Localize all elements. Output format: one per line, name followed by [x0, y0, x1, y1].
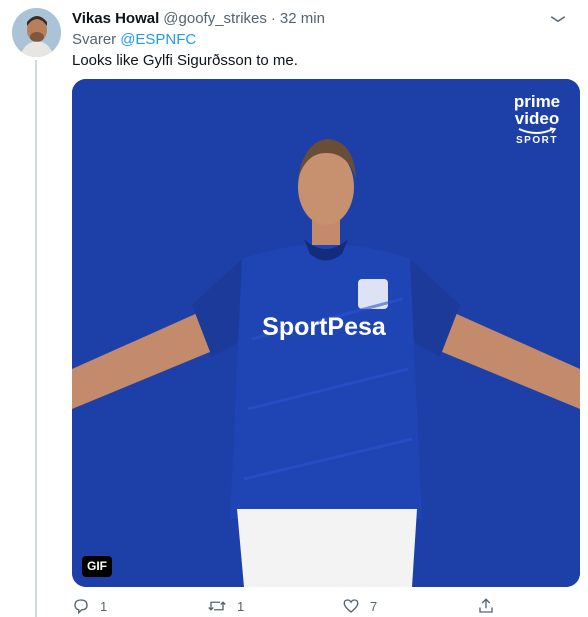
more-options-icon[interactable] [545, 6, 571, 32]
author-handle[interactable]: @goofy_strikes [163, 9, 267, 29]
timestamp[interactable]: 32 min [280, 9, 325, 29]
brand-line3: SPORT [516, 135, 558, 146]
gif-badge: GIF [82, 556, 112, 577]
reply-count: 1 [100, 598, 108, 614]
tweet[interactable]: Vikas Howal @goofy_strikes · 32 min Svar… [0, 0, 588, 617]
like-icon [343, 599, 359, 613]
reply-mention-link[interactable]: @ESPNFC [120, 31, 196, 48]
like-button[interactable]: 7 [342, 596, 377, 616]
brand-line2: video [514, 109, 560, 128]
reply-button[interactable]: 1 [72, 596, 107, 616]
tweet-text: Looks like Gylfi Sigurðsson to me. [72, 52, 298, 69]
tweet-actions: 1 1 7 [72, 596, 580, 616]
gif-frame: SportPesa [72, 79, 580, 587]
share-icon [479, 598, 493, 613]
share-button[interactable] [477, 596, 495, 616]
reply-icon [74, 599, 88, 615]
smile-icon [518, 127, 557, 134]
prime-video-sport-logo: prime video SPORT [508, 93, 566, 147]
thread-line [35, 60, 37, 617]
avatar[interactable] [12, 8, 61, 57]
reply-prefix: Svarer [72, 31, 117, 48]
author-name[interactable]: Vikas Howal [72, 9, 159, 29]
media-gif[interactable]: SportPesa prime video SPORT GIF [72, 79, 580, 587]
like-count: 7 [370, 598, 378, 614]
tweet-header: Vikas Howal @goofy_strikes · 32 min [72, 9, 325, 29]
jersey-sponsor-text: SportPesa [262, 313, 387, 341]
brand-line1: prime [513, 92, 561, 111]
reply-context: Svarer @ESPNFC [72, 30, 196, 50]
retweet-button[interactable]: 1 [207, 596, 244, 616]
retweet-count: 1 [237, 598, 245, 614]
retweet-icon [208, 601, 226, 611]
separator: · [270, 10, 276, 27]
